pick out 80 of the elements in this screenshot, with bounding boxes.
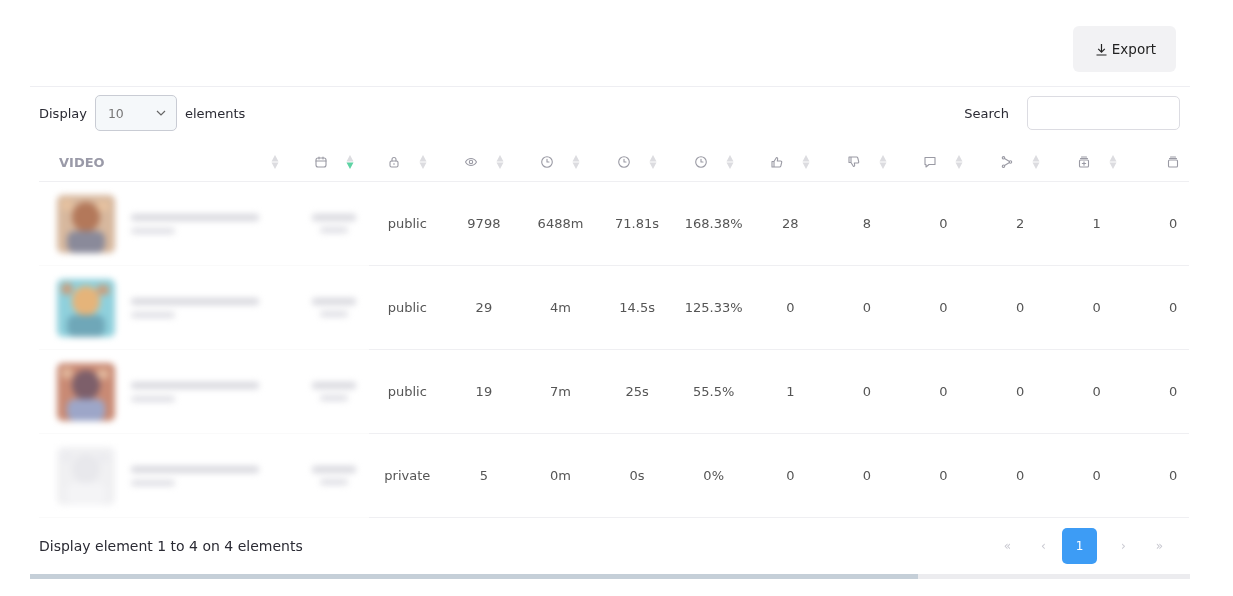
table-cell: 0 bbox=[862, 468, 871, 483]
table-cell: 0 bbox=[939, 300, 948, 315]
table-cell: 29 bbox=[475, 300, 493, 315]
download-icon bbox=[1094, 42, 1108, 56]
sort-icon[interactable] bbox=[802, 154, 811, 170]
sort-icon[interactable] bbox=[495, 154, 504, 170]
table-cell: 125.33% bbox=[684, 300, 743, 315]
sort-icon[interactable] bbox=[346, 154, 354, 170]
sort-icon[interactable] bbox=[1032, 154, 1041, 170]
sort-icon[interactable] bbox=[271, 154, 279, 170]
clock-icon bbox=[617, 155, 632, 169]
table-cell: 9798 bbox=[467, 216, 501, 231]
table-cell: 14.5s bbox=[619, 300, 655, 315]
chevron-down-icon bbox=[155, 110, 166, 116]
box-plus-icon bbox=[1076, 155, 1091, 169]
table-cell: 0m bbox=[550, 468, 571, 483]
table-cell: 0 bbox=[862, 300, 871, 315]
display-label: Display bbox=[39, 105, 87, 121]
table-cell: 0 bbox=[1169, 300, 1178, 315]
sort-icon[interactable] bbox=[1108, 154, 1117, 170]
table-cell: 0 bbox=[1015, 468, 1025, 483]
share-icon bbox=[1000, 155, 1015, 169]
table-cell: 0 bbox=[1015, 300, 1025, 315]
elements-label: elements bbox=[184, 105, 246, 121]
table-cell: 0 bbox=[1015, 384, 1025, 399]
table-cell: 19 bbox=[475, 384, 493, 399]
table-cell: 0 bbox=[786, 300, 795, 315]
sort-icon[interactable] bbox=[649, 154, 658, 170]
search-label: Search bbox=[964, 105, 1009, 121]
table-cell: public bbox=[387, 300, 427, 315]
thumbs-down-icon bbox=[846, 155, 861, 169]
horizontal-scrollbar[interactable] bbox=[30, 574, 1190, 579]
table-cell: 4m bbox=[550, 300, 571, 315]
table-cell: 0 bbox=[1092, 468, 1101, 483]
table-cell: 0 bbox=[1092, 384, 1101, 399]
table-cell: 0 bbox=[1169, 468, 1178, 483]
sort-icon[interactable] bbox=[725, 154, 734, 170]
table-cell: 0 bbox=[939, 384, 948, 399]
clock-icon bbox=[540, 155, 555, 169]
table-cell: 5 bbox=[479, 468, 489, 483]
table-cell: public bbox=[387, 384, 427, 399]
table-cell: 0 bbox=[862, 384, 871, 399]
page-button[interactable]: 1 bbox=[1062, 528, 1097, 564]
table-info: Display element 1 to 4 on 4 elements bbox=[39, 538, 303, 554]
comment-icon bbox=[923, 155, 938, 169]
sort-icon[interactable] bbox=[572, 154, 581, 170]
table-cell: 0 bbox=[1169, 384, 1178, 399]
table-cell: 55.5% bbox=[693, 384, 735, 399]
table-cell: 0 bbox=[786, 468, 795, 483]
column-header[interactable]: VIDEO bbox=[59, 154, 105, 170]
table-cell: 8 bbox=[862, 216, 871, 231]
table-cell: 1 bbox=[786, 384, 795, 399]
lock-icon bbox=[387, 155, 402, 169]
table-cell: private bbox=[384, 468, 431, 483]
table-cell: 71.81s bbox=[615, 216, 660, 231]
page-size-select[interactable]: 10 bbox=[94, 95, 177, 131]
table-cell: 1 bbox=[1092, 216, 1101, 231]
export-button[interactable]: Export bbox=[1072, 26, 1176, 72]
sort-icon[interactable] bbox=[955, 154, 964, 170]
sort-icon[interactable] bbox=[419, 154, 428, 170]
table-cell: 0 bbox=[1092, 300, 1101, 315]
clock-icon bbox=[693, 155, 708, 169]
sort-icon[interactable] bbox=[878, 154, 887, 170]
table-cell: 0 bbox=[939, 216, 948, 231]
box-icon bbox=[1166, 155, 1181, 169]
table-cell: public bbox=[387, 216, 427, 231]
table-cell: 6488m bbox=[537, 216, 584, 231]
table-cell: 25s bbox=[625, 384, 649, 399]
calendar-icon bbox=[314, 155, 328, 169]
table-cell: 7m bbox=[550, 384, 571, 399]
table-cell: 0s bbox=[629, 468, 645, 483]
eye-icon bbox=[463, 155, 478, 169]
thumbs-up-icon bbox=[770, 155, 785, 169]
table-cell: 28 bbox=[782, 216, 799, 231]
table-cell: 0% bbox=[703, 468, 724, 483]
table-cell: 0 bbox=[1169, 216, 1178, 231]
table-cell: 168.38% bbox=[684, 216, 743, 231]
table-cell: 2 bbox=[1015, 216, 1025, 231]
search-field[interactable] bbox=[1027, 96, 1180, 130]
table-cell: 0 bbox=[939, 468, 948, 483]
